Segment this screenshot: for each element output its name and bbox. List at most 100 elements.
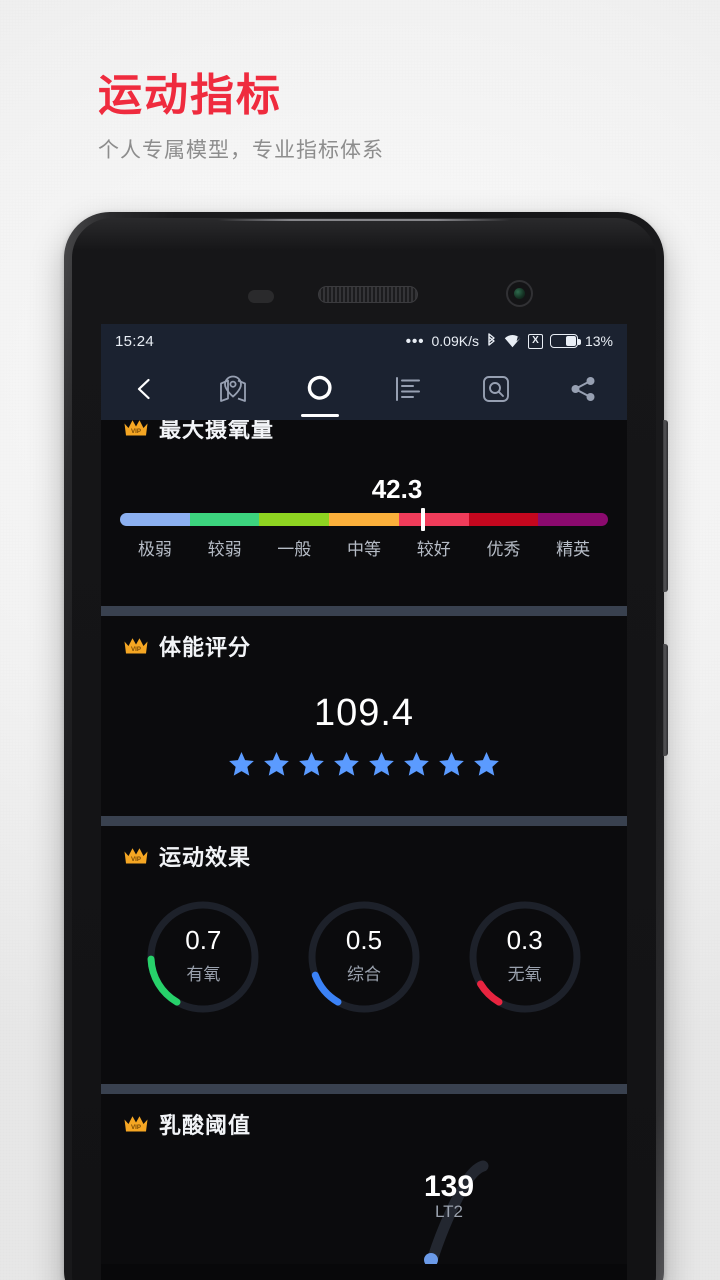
volume-button[interactable] bbox=[663, 420, 668, 592]
card-lactate-threshold-header: VIP 乳酸阈值 bbox=[101, 1094, 627, 1144]
vo2max-segment-label-3: 中等 bbox=[347, 540, 382, 559]
vo2max-segment-label-4: 较好 bbox=[416, 540, 451, 559]
vo2max-segment-label-5: 优秀 bbox=[486, 540, 521, 559]
map-button[interactable] bbox=[189, 358, 277, 420]
bar-list-icon bbox=[395, 377, 420, 401]
training-effect-ring-0: 0.7 有氧 bbox=[142, 896, 264, 1018]
card-vo2max-title: 最大摄氧量 bbox=[159, 420, 275, 442]
metrics-scroll-area[interactable]: VIP 最大摄氧量 42.3 极弱 较弱 一般 中等 较好 优秀 精英 VIP bbox=[101, 420, 627, 1280]
lactate-threshold-readout: 139 LT2 bbox=[409, 1170, 489, 1222]
training-effect-value-2: 0.3 bbox=[506, 925, 543, 955]
training-effect-value-0: 0.7 bbox=[185, 925, 222, 955]
fitness-score-value: 109.4 bbox=[313, 692, 415, 734]
status-bar: 15:24 ••• 0.09K/s X 13% bbox=[101, 324, 627, 358]
vo2max-segment-label-6: 精英 bbox=[556, 540, 591, 559]
star-icon bbox=[299, 751, 324, 776]
phone-mockup: 15:24 ••• 0.09K/s X 13% VIP 最大摄氧量 42.3 极… bbox=[64, 212, 668, 1280]
star-icon bbox=[474, 751, 499, 776]
vo2max-segment-label-1: 较弱 bbox=[207, 540, 242, 559]
back-button[interactable] bbox=[101, 358, 189, 420]
star-icon bbox=[404, 751, 429, 776]
card-lactate-threshold-title: 乳酸阈值 bbox=[159, 1113, 252, 1138]
training-effect-rings: 0.7 有氧 0.5 综合 0.3 无氧 bbox=[101, 896, 627, 1018]
share-button[interactable] bbox=[539, 358, 627, 420]
status-time: 15:24 bbox=[115, 332, 155, 350]
vo2max-segment-4 bbox=[398, 513, 469, 526]
svg-text:VIP: VIP bbox=[131, 428, 141, 435]
star-icon bbox=[439, 751, 464, 776]
training-effect-label-2: 无氧 bbox=[507, 965, 542, 984]
vip-crown-icon: VIP bbox=[124, 638, 148, 654]
training-effect-ring-1: 0.5 综合 bbox=[303, 896, 425, 1018]
sim-disabled-icon: X bbox=[527, 333, 543, 349]
share-icon bbox=[571, 377, 595, 401]
training-effect-label-1: 综合 bbox=[346, 965, 381, 984]
star-icon bbox=[369, 751, 394, 776]
front-camera-icon bbox=[506, 280, 533, 307]
vo2max-value: 42.3 bbox=[371, 474, 423, 504]
search-box-icon bbox=[482, 376, 509, 402]
app-toolbar bbox=[101, 358, 627, 420]
vip-crown-icon: VIP bbox=[124, 848, 148, 864]
fitness-score-stars bbox=[101, 751, 627, 777]
card-lactate-threshold[interactable]: VIP 乳酸阈值 139 LT2 bbox=[101, 1094, 627, 1264]
page-subtitle: 个人专属模型，专业指标体系 bbox=[98, 139, 384, 163]
lactate-threshold-sublabel: LT2 bbox=[434, 1202, 464, 1221]
vo2max-gradient-wrap bbox=[120, 508, 608, 531]
card-vo2max[interactable]: VIP 最大摄氧量 42.3 极弱 较弱 一般 中等 较好 优秀 精英 bbox=[101, 420, 627, 606]
battery-icon bbox=[549, 334, 581, 348]
star-icon bbox=[264, 751, 289, 776]
card-vo2max-header: VIP 最大摄氧量 bbox=[101, 420, 627, 448]
laps-button[interactable] bbox=[364, 358, 452, 420]
bezel-top-seam bbox=[218, 219, 510, 221]
vip-crown-icon: VIP bbox=[124, 420, 148, 436]
lactate-threshold-value: 139 bbox=[423, 1170, 475, 1203]
active-tab-indicator bbox=[301, 413, 340, 417]
earpiece-speaker-icon bbox=[318, 286, 418, 303]
metrics-button[interactable] bbox=[276, 358, 364, 420]
lactate-threshold-chart bbox=[424, 1160, 489, 1264]
vo2max-marker bbox=[420, 508, 425, 531]
page-title: 运动指标 bbox=[98, 71, 282, 120]
battery-percent-label: 13% bbox=[584, 333, 613, 349]
card-fitness-score[interactable]: VIP 体能评分 109.4 bbox=[101, 616, 627, 816]
proximity-sensor-icon bbox=[248, 290, 274, 303]
card-fitness-score-header: VIP 体能评分 bbox=[101, 616, 627, 666]
power-button[interactable] bbox=[663, 644, 668, 756]
vo2max-segment-3 bbox=[329, 513, 399, 526]
card-divider bbox=[101, 816, 627, 826]
svg-text:VIP: VIP bbox=[131, 646, 141, 653]
promo-header: 运动指标 个人专属模型，专业指标体系 bbox=[98, 71, 384, 164]
vo2max-gradient-bar bbox=[120, 513, 608, 526]
vo2max-segment-1 bbox=[189, 513, 260, 526]
wifi-icon bbox=[504, 334, 521, 348]
svg-text:VIP: VIP bbox=[131, 856, 141, 863]
vo2max-segment-5 bbox=[468, 513, 539, 526]
vip-crown-icon: VIP bbox=[124, 1116, 148, 1132]
vo2max-labels: 极弱 较弱 一般 中等 较好 优秀 精英 bbox=[120, 535, 608, 560]
training-effect-ring-2: 0.3 无氧 bbox=[464, 896, 586, 1018]
ring-chart-icon bbox=[307, 375, 332, 400]
training-effect-label-0: 有氧 bbox=[186, 965, 221, 984]
card-divider bbox=[101, 1084, 627, 1094]
card-training-effect-header: VIP 运动效果 bbox=[101, 826, 627, 876]
bluetooth-icon bbox=[486, 333, 497, 349]
analysis-button[interactable] bbox=[452, 358, 540, 420]
vo2max-segment-2 bbox=[259, 513, 330, 526]
star-icon bbox=[334, 751, 359, 776]
card-training-effect-title: 运动效果 bbox=[159, 845, 252, 870]
card-fitness-score-title: 体能评分 bbox=[159, 635, 252, 660]
phone-screen: 15:24 ••• 0.09K/s X 13% VIP 最大摄氧量 42.3 极… bbox=[101, 324, 627, 1280]
star-icon bbox=[229, 751, 254, 776]
network-speed-label: 0.09K/s bbox=[431, 333, 479, 349]
card-training-effect[interactable]: VIP 运动效果 0.7 有氧 0.5 综合 0.3 无氧 bbox=[101, 826, 627, 1084]
svg-text:VIP: VIP bbox=[131, 1124, 141, 1131]
vo2max-segment-6 bbox=[538, 513, 608, 526]
chevron-left-icon bbox=[137, 378, 150, 400]
training-effect-value-1: 0.5 bbox=[345, 925, 383, 955]
card-divider bbox=[101, 606, 627, 616]
map-pin-icon bbox=[219, 375, 246, 402]
vo2max-segment-label-0: 极弱 bbox=[137, 540, 172, 559]
vo2max-segment-label-2: 一般 bbox=[277, 540, 312, 559]
vo2max-segment-0 bbox=[120, 513, 190, 526]
